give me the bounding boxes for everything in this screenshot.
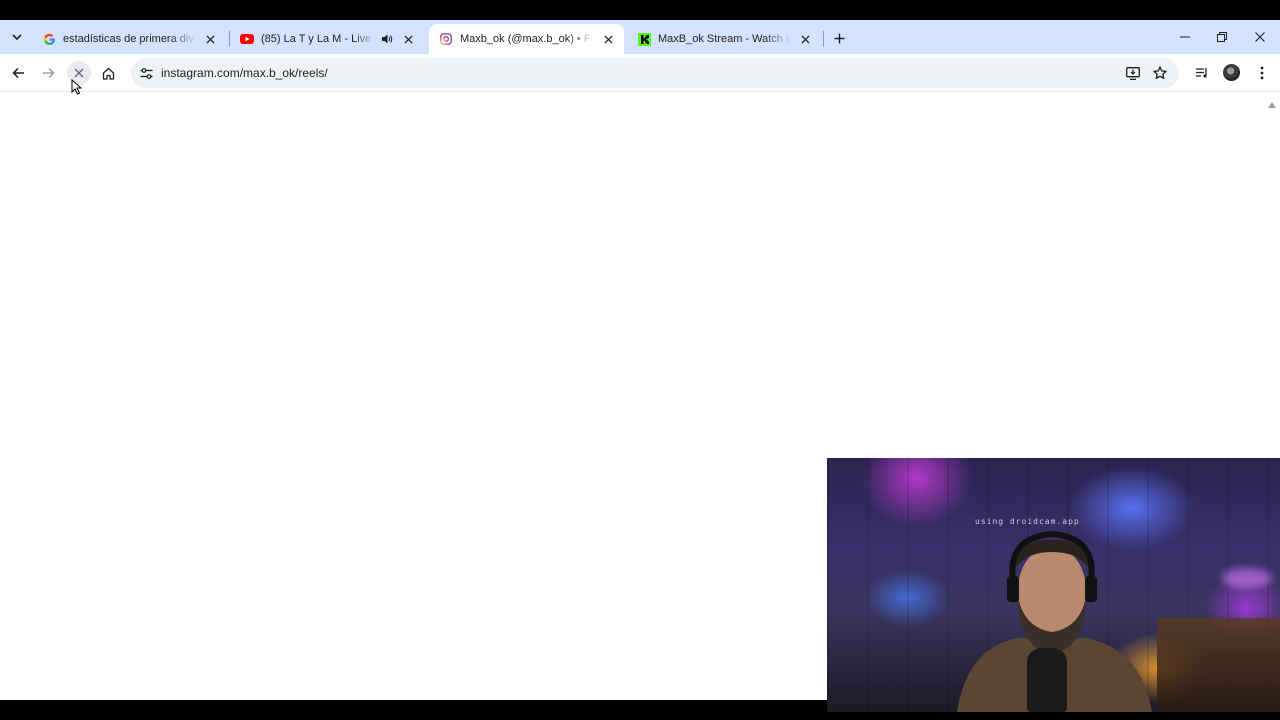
back-arrow-icon[interactable]	[8, 63, 28, 83]
address-bar[interactable]: instagram.com/max.b_ok/reels/	[131, 58, 1179, 88]
profile-avatar[interactable]	[1223, 64, 1240, 81]
media-controls-icon[interactable]	[1192, 63, 1212, 83]
tab-kick[interactable]: MaxB_ok Stream - Watch Live o	[627, 24, 821, 54]
mouse-cursor-icon	[71, 78, 83, 95]
close-icon[interactable]	[202, 31, 218, 47]
tab-search-chevron-icon[interactable]	[6, 27, 28, 47]
youtube-icon	[240, 32, 254, 46]
webcam-shelf	[1157, 618, 1280, 712]
new-tab-plus-icon[interactable]	[829, 28, 849, 48]
install-app-icon[interactable]	[1124, 64, 1142, 82]
close-icon[interactable]	[400, 31, 416, 47]
screen-frame: estadísticas de primera división (85) La…	[0, 0, 1280, 720]
scrollbar-up-arrow-icon[interactable]	[1267, 96, 1277, 108]
tab-youtube[interactable]: (85) La T y La M - Live Set M	[230, 24, 424, 54]
kick-icon	[637, 32, 651, 46]
forward-arrow-icon[interactable]	[38, 63, 58, 83]
tab-instagram[interactable]: Maxb_ok (@max.b_ok) • Fotos y	[429, 24, 624, 54]
site-info-tune-icon[interactable]	[137, 64, 155, 82]
bookmark-star-icon[interactable]	[1151, 64, 1169, 82]
google-icon	[42, 32, 56, 46]
close-icon[interactable]	[600, 31, 616, 47]
tab-title: MaxB_ok Stream - Watch Live o	[658, 33, 791, 45]
tab-google[interactable]: estadísticas de primera división	[32, 24, 226, 54]
tab-strip: estadísticas de primera división (85) La…	[0, 20, 1280, 54]
home-icon[interactable]	[98, 63, 118, 83]
window-close-icon[interactable]	[1248, 26, 1272, 48]
url-text[interactable]: instagram.com/max.b_ok/reels/	[161, 66, 328, 80]
tab-title: estadísticas de primera división	[63, 33, 196, 45]
webcam-light	[1222, 568, 1272, 588]
minimize-icon[interactable]	[1173, 26, 1197, 48]
restore-icon[interactable]	[1210, 26, 1234, 48]
tab-separator	[823, 31, 824, 47]
speaker-icon[interactable]	[380, 32, 394, 46]
microphone	[1027, 648, 1067, 712]
navigation-toolbar: instagram.com/max.b_ok/reels/	[0, 54, 1280, 92]
instagram-icon	[439, 32, 453, 46]
more-menu-icon[interactable]	[1252, 63, 1272, 83]
tab-title: Maxb_ok (@max.b_ok) • Fotos y	[460, 33, 594, 45]
tab-title: (85) La T y La M - Live Set M	[261, 33, 376, 45]
close-icon[interactable]	[797, 31, 813, 47]
webcam-watermark: using droidcam.app	[975, 517, 1080, 526]
webcam-overlay: using droidcam.app	[827, 458, 1280, 712]
